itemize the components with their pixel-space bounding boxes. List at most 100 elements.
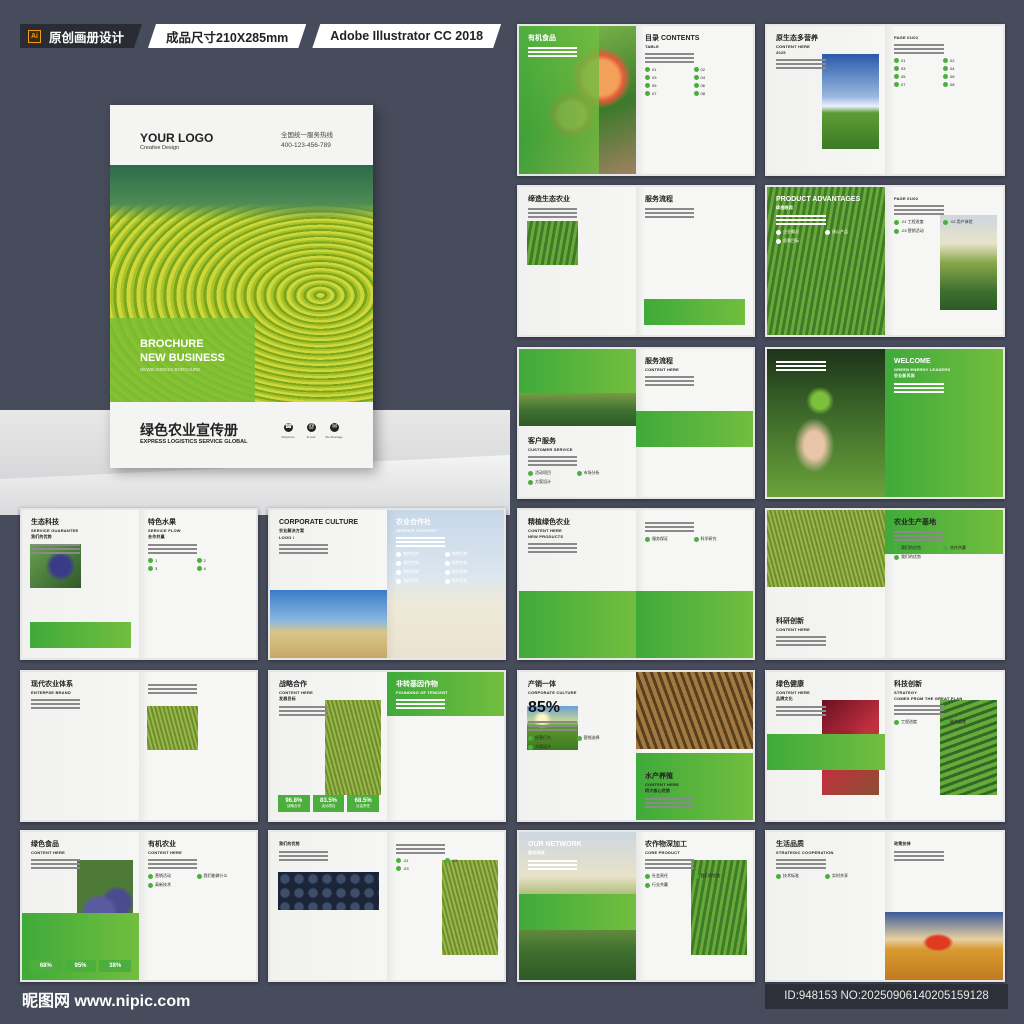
list-item: 2 [196,558,243,563]
hotline-label: 全国统一服务热线 [281,132,333,139]
page-text: 绿色食品 CONTENT HERE [22,832,139,877]
stat-label: 活动项目 [321,804,336,808]
page-heading: 服务流程 [645,358,673,365]
page-text [767,349,885,379]
page-heading: 绿色健康 [776,681,804,688]
text-placeholder-lines [528,208,582,218]
page-left [767,349,885,497]
text-placeholder-lines [776,859,831,869]
page-text: 绿色健康 CONTENT HERE 品牌文化 [767,672,885,724]
item-label: 独特优势 [403,569,419,574]
page-left: 生活品质 STRATEGIC COOPERATION 技术标准 实时共享 [767,832,885,980]
brochure-spread: WELCOME GREEN ENERGY LEADERS 农业新风尚 [765,347,1005,499]
stat-value: 68% [39,963,52,969]
cover-logo-sub: Creative Design [140,145,180,151]
bullet-icon [528,744,533,750]
page-heading: PRODUCT ADVANTAGES [776,196,861,203]
bullet-icon [776,873,781,879]
list-item: 工程进度 [894,719,940,725]
list-item: 04 [943,66,989,71]
text-placeholder-lines [645,208,699,218]
text-placeholder-lines [645,798,699,808]
item-label: 独特优势 [451,569,468,574]
bullet-icon [825,229,830,235]
list-item: .02 [444,858,491,863]
item-label: 方案设计 [535,744,551,749]
page-caption: 四大核心优势 [645,788,671,793]
page-text: 科研创新 CONTENT HERE [767,609,885,654]
item-label: 工程进度 [901,719,917,724]
page-text: 精植绿色农业 CONTENT HERE NEW PRODUCTS [519,510,636,561]
text-placeholder-lines [894,383,949,393]
item-list: 社会责任 我们的优势 行业共赢 [645,873,744,888]
page-heading: 精植绿色农业 [528,519,570,526]
bullet-icon [528,735,533,741]
list-item: .01 工程进度 [894,219,940,225]
list-item: 活动项目 [528,470,574,476]
list-item: 01 [645,67,691,72]
page-heading: 农作物深加工 [645,841,687,848]
brochure-spread: 有机食品 目录 CONTENTS TABLE 01 02 03 04 05 06 07 08 [517,24,755,176]
text-placeholder-lines [894,44,949,54]
page-heading: OUR NETWORK [528,841,582,848]
page-left: 战略合作 CONTENT HERE 发展目标 96.8% 战略合作 83.5% 活动项目 68… [270,672,387,820]
bullet-icon [693,873,699,879]
bullet-icon [894,82,899,87]
text-placeholder-lines [776,636,831,646]
list-item: 独特优势 [444,578,491,584]
bullet-icon [693,536,699,542]
stat-card: 68.5% 社会责任 [347,795,380,812]
item-label: 方案设计 [535,479,551,484]
bullet-icon [825,873,830,879]
image-id: ID:948153 NO:20250906140205159128 [765,984,1008,1009]
tag-original-label: 原创画册设计 [49,30,125,45]
page-caption: 我们的优势 [279,841,300,846]
list-item: 08 [693,91,740,96]
page-heading: 产销一体 [528,681,556,688]
page-right: 服务流程 [636,187,753,335]
page-right: 农业生产基地 我们的优势 合作共赢 我们的优势 [885,510,1003,658]
bullet-icon [148,873,153,879]
photo [636,672,753,749]
list-item: 06 [943,74,989,79]
bullet-icon [943,82,948,87]
text-placeholder-lines [31,859,85,869]
brochure-spread: 现代农业体系 ENTERPSE BRAND [20,670,258,822]
brochure-spread: 绿色食品 CONTENT HERE 68% 95% 38% 有机农业 CONTENT HER… [20,830,258,982]
page-caption: 85% [528,699,561,716]
page-subheading: CONTENT HERE [645,782,679,787]
bullet-icon [645,873,650,879]
brochure-spread: 客户服务 CUSTOMER SERVICE 活动项目 市场分析 方案设计 服务流程 CONT… [517,347,755,499]
brochure-cover: YOUR LOGO Creative Design 全国统一服务热线 400-12… [110,105,373,468]
green-panel [519,591,636,658]
page-right: 服务保证 科学研究 [636,510,753,658]
list-item: 合作共赢 [943,545,989,551]
list-item: 独特优势 [396,551,442,557]
page-text: 有机农业 CONTENT HERE 营销活动 我们能做什么 高新技术 [139,832,256,896]
item-label: .02 用户体验 [950,219,973,224]
stat-label: 社会责任 [356,804,371,808]
text-placeholder-lines [894,531,949,541]
page-text: 我们的优势 [270,832,387,869]
bullet-icon [148,566,153,571]
photo [147,706,199,750]
item-label: 联合监理 [950,719,966,724]
item-label: 活动项目 [535,470,551,475]
text-placeholder-lines [279,706,333,716]
page-heading: 原生态多营养 [776,35,818,42]
stat-card: 68% [30,960,62,972]
bullet-icon [776,238,781,244]
page-left: 缔造生态农业 [519,187,636,335]
item-label: 技术标准 [783,873,799,878]
list-item: 03 [645,75,691,80]
list-item: 科学研究 [693,536,740,542]
stat-card: 83.5% 活动项目 [312,795,345,812]
stat-row: 96.8% 战略合作 83.5% 活动项目 68.5% 社会责任 [278,795,380,812]
stat-card: 38% [99,960,132,972]
brochure-spread: 生态科技 SERVICE GUARANTEE 我们的优势 特色水果 SERVICE FL… [20,508,258,660]
item-label: 3 [155,566,158,571]
text-placeholder-lines [528,47,582,57]
brochure-spread: 生活品质 STRATEGIC COOPERATION 技术标准 实时共享 政策扶持 [765,830,1005,982]
item-label: 独特优势 [451,560,468,565]
text-placeholder-lines [776,59,831,69]
